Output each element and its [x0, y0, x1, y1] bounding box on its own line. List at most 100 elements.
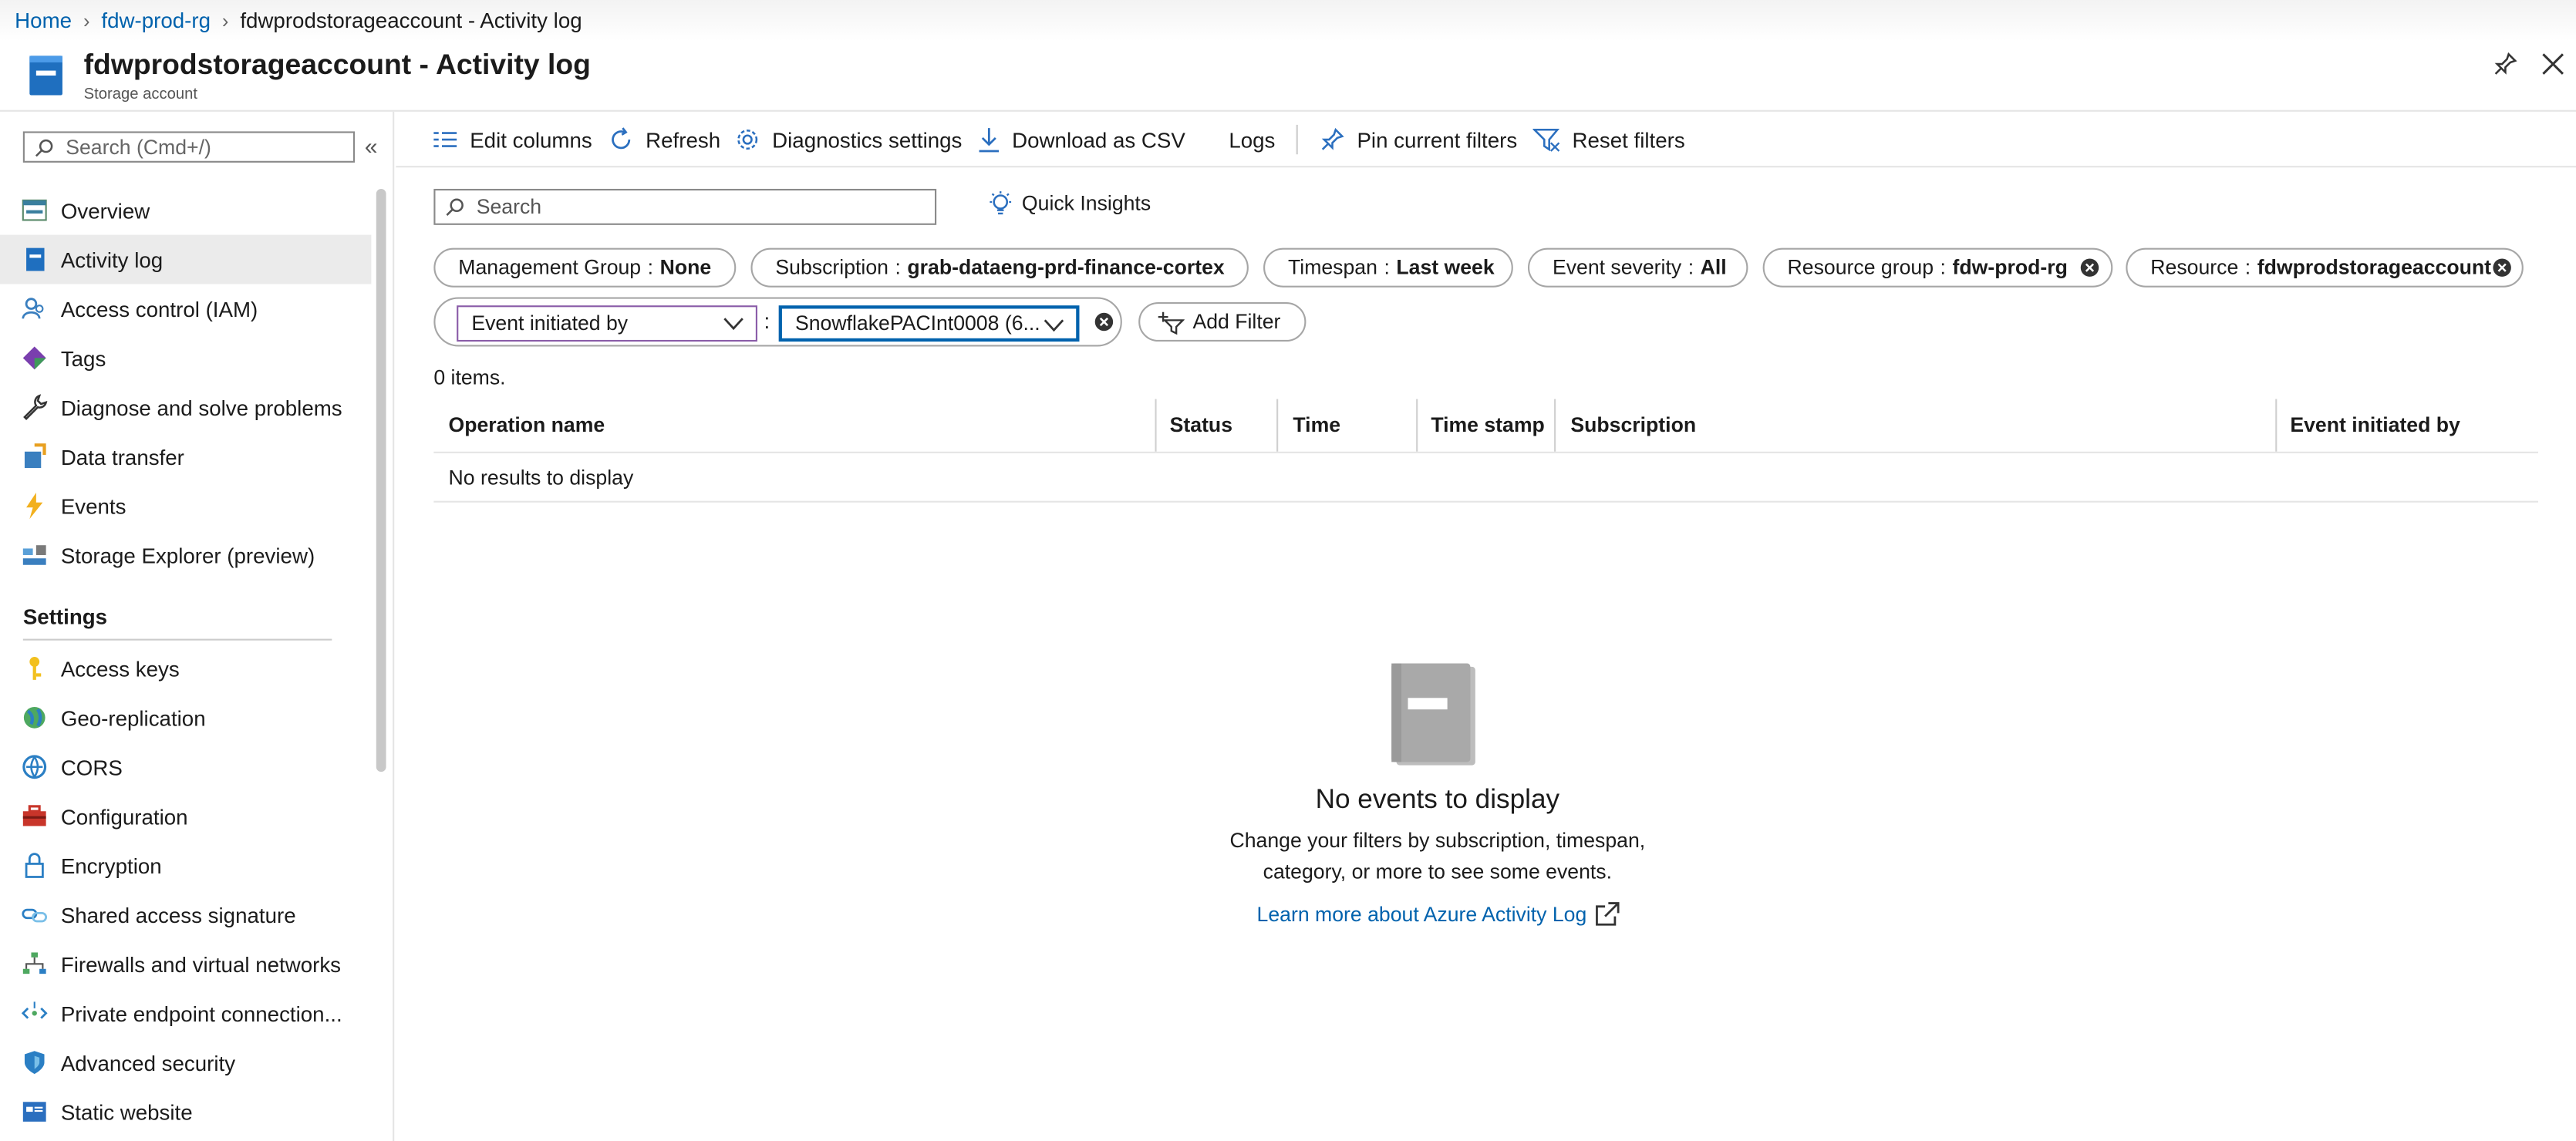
sidebar-item-label: Tags	[60, 345, 106, 371]
sidebar-search-input[interactable]	[66, 135, 329, 159]
column-resize-handle[interactable]	[1554, 399, 1556, 452]
lock-icon	[25, 853, 44, 878]
sidebar-item-configuration[interactable]: Configuration	[0, 792, 371, 841]
remove-filter-icon[interactable]	[1094, 312, 1114, 332]
sidebar-item-label: Diagnose and solve problems	[60, 395, 342, 420]
remove-filter-icon[interactable]	[2080, 257, 2100, 278]
collapse-sidebar-icon[interactable]: «	[365, 133, 378, 160]
sidebar-item-label: Advanced security	[60, 1050, 236, 1075]
breadcrumb-home[interactable]: Home	[15, 8, 72, 33]
diagnostics-settings-button[interactable]: Diagnostics settings	[734, 112, 962, 167]
column-resize-handle[interactable]	[1416, 399, 1418, 452]
column-header[interactable]: Event initiated by	[2290, 399, 2460, 452]
search-box[interactable]	[433, 188, 937, 225]
sidebar-item-tags[interactable]: Tags	[0, 333, 371, 382]
chevron-right-icon: ›	[83, 8, 90, 32]
column-resize-handle[interactable]	[1155, 399, 1157, 452]
sidebar-item-private-endpoint[interactable]: Private endpoint connection...	[0, 988, 371, 1038]
filter-separator: :	[647, 256, 654, 280]
pin-current-filters-label: Pin current filters	[1357, 127, 1518, 153]
column-header[interactable]: Status	[1170, 399, 1232, 452]
sidebar-item-events[interactable]: Events	[0, 481, 371, 530]
sidebar-item-shared-access-signature[interactable]: Shared access signature	[0, 890, 371, 940]
overview-icon	[22, 199, 47, 221]
blade-header: fdwprodstorageaccount - Activity log Sto…	[0, 41, 2576, 112]
filter-pill-management-group[interactable]: Management Group: None	[433, 247, 737, 288]
column-header[interactable]: Time	[1293, 399, 1340, 452]
sidebar-item-diagnose[interactable]: Diagnose and solve problems	[0, 382, 371, 432]
filter-value-dropdown[interactable]: SnowflakePACInt0008 (6...	[778, 305, 1080, 342]
filter-key: Resource	[2150, 256, 2239, 280]
refresh-button[interactable]: Refresh	[608, 112, 720, 167]
sidebar-item-label: Activity log	[60, 247, 164, 272]
reset-filters-button[interactable]: Reset filters	[1532, 112, 1685, 167]
column-header[interactable]: Operation name	[449, 399, 605, 452]
sidebar-item-label: Firewalls and virtual networks	[60, 951, 342, 977]
page-subtitle: Storage account	[83, 85, 198, 104]
shield-icon	[24, 1051, 45, 1075]
filter-separator: :	[1384, 256, 1390, 280]
breadcrumb-resource-group[interactable]: fdw-prod-rg	[101, 8, 211, 33]
filter-value: None	[659, 256, 712, 280]
endpoint-icon	[21, 1001, 48, 1019]
settings-heading: Settings	[22, 604, 108, 629]
key-icon	[29, 657, 42, 680]
sidebar-item-activity-log[interactable]: Activity log	[0, 234, 372, 284]
sidebar-item-iam[interactable]: Access control (IAM)	[0, 284, 371, 334]
filter-value: fdw-prod-rg	[1952, 256, 2068, 280]
sidebar-item-storage-explorer[interactable]: Storage Explorer (preview)	[0, 530, 371, 580]
sidebar-item-label: Private endpoint connection...	[60, 1001, 342, 1026]
empty-state-description: Change your filters by subscription, tim…	[1229, 829, 1646, 884]
sidebar-item-firewalls[interactable]: Firewalls and virtual networks	[0, 939, 371, 988]
filter-pill-event-severity[interactable]: Event severity: All	[1527, 247, 1748, 288]
sidebar-scrollbar[interactable]	[376, 188, 386, 772]
sidebar-item-cors[interactable]: CORS	[0, 742, 371, 792]
column-header[interactable]: Time stamp	[1431, 399, 1545, 452]
column-resize-handle[interactable]	[2275, 399, 2278, 452]
sidebar-item-data-transfer[interactable]: Data transfer	[0, 432, 371, 481]
add-filter-button[interactable]: Add Filter	[1138, 301, 1307, 342]
table-row: No results to display	[433, 453, 2539, 503]
learn-more-link[interactable]: Learn more about Azure Activity Log	[1257, 901, 1620, 927]
sidebar-item-static-website[interactable]: Static website	[0, 1087, 371, 1136]
sidebar-item-encryption[interactable]: Encryption	[0, 841, 371, 890]
iam-icon	[22, 298, 44, 319]
filter-separator: :	[764, 308, 770, 334]
remove-filter-icon[interactable]	[2492, 257, 2512, 278]
edit-columns-button[interactable]: Edit columns	[432, 112, 592, 167]
sidebar-item-access-keys[interactable]: Access keys	[0, 644, 371, 693]
chevron-right-icon: ›	[221, 8, 229, 32]
filter-pill-timespan[interactable]: Timespan: Last week	[1263, 247, 1513, 288]
column-header[interactable]: Subscription	[1570, 399, 1696, 452]
empty-book-icon	[1390, 663, 1479, 769]
activity-log-icon	[26, 247, 45, 271]
filter-pill-resource[interactable]: Resource: fdwprodstorageaccount	[2126, 247, 2524, 288]
filter-pill-subscription[interactable]: Subscription: grab-dataeng-prd-finance-co…	[750, 247, 1249, 288]
sidebar-item-overview[interactable]: Overview	[0, 186, 371, 235]
sidebar-item-geo-replication[interactable]: Geo-replication	[0, 693, 371, 742]
empty-state-title: No events to display	[1315, 785, 1560, 815]
logs-label: Logs	[1229, 127, 1276, 153]
sidebar-item-label: Storage Explorer (preview)	[60, 542, 315, 567]
sidebar-search[interactable]	[22, 131, 356, 163]
download-csv-button[interactable]: Download as CSV	[977, 112, 1185, 167]
pin-icon[interactable]	[2492, 51, 2518, 77]
logs-button[interactable]: Logs	[1229, 112, 1275, 167]
sidebar-item-label: Encryption	[60, 853, 162, 878]
close-icon[interactable]	[2540, 51, 2566, 77]
globe-icon	[23, 707, 46, 729]
pin-current-filters-button[interactable]: Pin current filters	[1319, 112, 1517, 167]
quick-insights-button[interactable]: Quick Insights	[987, 190, 1151, 217]
filter-value: Last week	[1396, 256, 1495, 280]
filter-key: Management Group	[458, 256, 642, 280]
breadcrumb-current: fdwprodstorageaccount - Activity log	[240, 8, 582, 33]
chevron-down-icon	[1044, 319, 1064, 332]
column-resize-handle[interactable]	[1276, 399, 1279, 452]
learn-more-label: Learn more about Azure Activity Log	[1256, 903, 1587, 927]
filter-separator: :	[2244, 256, 2251, 280]
search-input[interactable]	[476, 195, 920, 219]
sidebar-item-label: Static website	[60, 1099, 193, 1125]
filter-pill-resource-group[interactable]: Resource group: fdw-prod-rg	[1762, 247, 2113, 288]
sidebar-item-advanced-security[interactable]: Advanced security	[0, 1038, 371, 1087]
filter-field-dropdown[interactable]: Event initiated by	[457, 305, 757, 342]
